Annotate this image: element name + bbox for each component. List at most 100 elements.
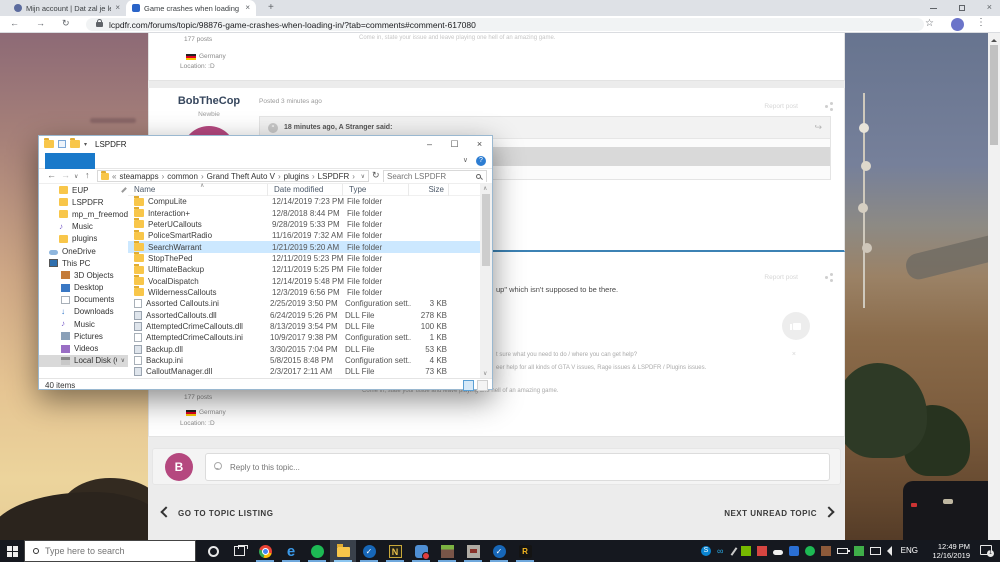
scrollbar-thumb[interactable] — [990, 45, 998, 145]
table-row[interactable]: PeterUCallouts9/28/2019 5:33 PMFile fold… — [128, 219, 482, 230]
breadcrumb-segment[interactable]: plugins — [284, 172, 309, 181]
reload-icon[interactable]: ↻ — [62, 18, 70, 29]
green-app-tray-icon[interactable] — [854, 546, 864, 556]
share-icon[interactable] — [825, 105, 828, 108]
details-view-button[interactable] — [463, 380, 474, 391]
sidebar-item-mp-m-freemod-[interactable]: mp_m_freemod... — [39, 208, 128, 220]
forward-icon[interactable]: → — [36, 18, 45, 28]
taskbar-app-chrome[interactable] — [252, 540, 278, 562]
back-icon[interactable]: ← — [10, 18, 19, 28]
chevron-right-icon[interactable] — [823, 506, 834, 517]
skype-tray-icon[interactable]: S — [701, 546, 711, 556]
breadcrumb-segment[interactable]: Grand Theft Auto V — [207, 172, 275, 181]
table-row[interactable]: Interaction+12/8/2018 8:44 PMFile folder — [128, 207, 482, 218]
sidebar-item-eup[interactable]: EUP — [39, 184, 128, 196]
explorer-search[interactable] — [383, 170, 487, 182]
taskbar-app-minecraft[interactable] — [434, 540, 460, 562]
column-header-type[interactable]: Type — [343, 184, 409, 196]
scroll-down-arrow-icon[interactable]: ∨ — [483, 370, 487, 377]
ribbon-collapse-icon[interactable]: ∨ — [463, 153, 468, 169]
onedrive-tray-icon[interactable] — [773, 550, 783, 555]
close-button[interactable]: × — [467, 136, 492, 153]
table-row[interactable]: Backup.ini5/8/2015 8:48 PMConfiguration … — [128, 355, 482, 366]
table-row[interactable]: StopThePed12/11/2019 5:23 PMFile folder — [128, 253, 482, 264]
volume-tray-icon[interactable] — [887, 546, 892, 556]
like-button[interactable] — [782, 312, 810, 340]
blue-app-tray-icon[interactable] — [789, 546, 799, 556]
taskbar-app-edge[interactable]: e — [278, 540, 304, 562]
new-folder-icon[interactable] — [70, 140, 80, 148]
sidebar-item-pictures[interactable]: Pictures — [39, 330, 128, 342]
bookmark-star-icon[interactable]: ☆ — [925, 18, 934, 29]
forward-icon[interactable]: → — [61, 170, 70, 180]
sidebar-item-music[interactable]: ♪Music — [39, 221, 128, 233]
menu-file[interactable] — [45, 153, 95, 169]
refresh-icon[interactable]: ↻ — [372, 170, 380, 181]
sidebar-item-lspdfr[interactable]: LSPDFR — [39, 196, 128, 208]
pen-tray-icon[interactable] — [731, 547, 738, 556]
link-tray-icon[interactable]: ∞ — [717, 546, 727, 556]
taskbar-app-n-app[interactable]: N — [382, 540, 408, 562]
taskbar-app-openiv[interactable] — [460, 540, 486, 562]
table-row[interactable]: CompuLite12/14/2019 7:23 PMFile folder — [128, 196, 482, 207]
report-post-link[interactable]: Report post — [764, 274, 798, 281]
sidebar-item-3d-objects[interactable]: 3D Objects — [39, 269, 128, 281]
breadcrumb-bar[interactable]: «steamapps›common›Grand Theft Auto V›plu… — [97, 170, 369, 182]
taskbar-app-discord[interactable] — [408, 540, 434, 562]
taskbar-search-input[interactable] — [45, 546, 175, 556]
go-to-topic-listing-link[interactable]: GO TO TOPIC LISTING — [178, 509, 273, 518]
sidebar-item-onedrive[interactable]: OneDrive — [39, 245, 128, 257]
table-row[interactable]: Backup.dll3/30/2015 7:04 PMDLL File53 KB — [128, 343, 482, 354]
browser-menu-icon[interactable]: ⋮ — [976, 17, 986, 28]
table-row[interactable]: VocalDispatch12/14/2019 5:48 PMFile fold… — [128, 275, 482, 286]
minimize-button[interactable] — [930, 8, 937, 9]
table-row[interactable]: PoliceSmartRadio11/16/2019 7:32 AMFile f… — [128, 230, 482, 241]
page-scrollbar[interactable] — [988, 33, 1000, 540]
reply-input[interactable] — [205, 453, 830, 481]
table-row[interactable]: AssortedCallouts.dll6/24/2019 5:26 PMDLL… — [128, 309, 482, 320]
quote-reply-arrow-icon[interactable]: ↪ — [814, 122, 822, 133]
list-scrollbar[interactable]: ∧ ∨ — [480, 184, 492, 378]
scroll-up-arrow-icon[interactable] — [991, 36, 997, 42]
properties-icon[interactable] — [58, 140, 66, 148]
maximize-button[interactable]: ☐ — [442, 136, 467, 153]
sidebar-item-videos[interactable]: Videos — [39, 342, 128, 354]
spotify-tray-tray-icon[interactable] — [805, 546, 815, 556]
share-icon[interactable] — [825, 276, 828, 279]
explorer-titlebar[interactable]: ▾ LSPDFR – ☐ × — [39, 136, 492, 153]
browser-tab-1[interactable]: Game crashes when loading in -× — [126, 0, 256, 16]
tab-close-icon[interactable]: × — [115, 4, 120, 12]
sidebar-item-documents[interactable]: Documents — [39, 294, 128, 306]
up-icon[interactable]: ↑ — [85, 170, 90, 180]
browser-profile-avatar[interactable] — [951, 18, 964, 31]
brown-app-tray-icon[interactable] — [821, 546, 831, 556]
report-post-link[interactable]: Report post — [764, 103, 798, 110]
breadcrumb-segment[interactable]: common — [167, 172, 198, 181]
table-row[interactable]: AttemptedCrimeCallouts.dll8/13/2019 3:54… — [128, 321, 482, 332]
table-row[interactable]: UltimateBackup12/11/2019 5:25 PMFile fol… — [128, 264, 482, 275]
signature-close-icon[interactable]: × — [792, 351, 796, 358]
breadcrumb-segment[interactable]: LSPDFR — [318, 172, 350, 181]
taskbar-app-cortana[interactable] — [200, 540, 226, 562]
taskbar-app-rockstar[interactable]: R — [512, 540, 538, 562]
column-header-name[interactable]: Name — [128, 184, 268, 196]
nvidia-tray-icon[interactable] — [741, 546, 751, 556]
table-row[interactable]: AttemptedCrimeCallouts.ini10/9/2017 9:38… — [128, 332, 482, 343]
minimize-button[interactable]: – — [417, 136, 442, 153]
language-indicator[interactable]: ENG — [901, 546, 918, 555]
help-icon[interactable]: ? — [476, 156, 486, 166]
close-button[interactable]: × — [987, 2, 992, 13]
customize-qat-icon[interactable]: ▾ — [84, 141, 87, 148]
table-row[interactable]: SearchWarrant1/21/2019 5:20 AMFile folde… — [128, 241, 482, 252]
chevron-left-icon[interactable] — [160, 506, 171, 517]
taskbar-app-spotify[interactable] — [304, 540, 330, 562]
recent-locations-icon[interactable]: ∨ — [74, 173, 78, 180]
sidebar-item-downloads[interactable]: ↓Downloads — [39, 306, 128, 318]
taskbar-search[interactable] — [24, 540, 196, 562]
back-icon[interactable]: ← — [47, 170, 56, 180]
red-app-tray-icon[interactable] — [757, 546, 767, 556]
next-unread-topic-link[interactable]: NEXT UNREAD TOPIC — [724, 509, 817, 518]
taskbar-app-task-view[interactable] — [226, 540, 252, 562]
scrollbar-thumb[interactable] — [482, 194, 490, 266]
large-icons-view-button[interactable] — [477, 380, 488, 391]
